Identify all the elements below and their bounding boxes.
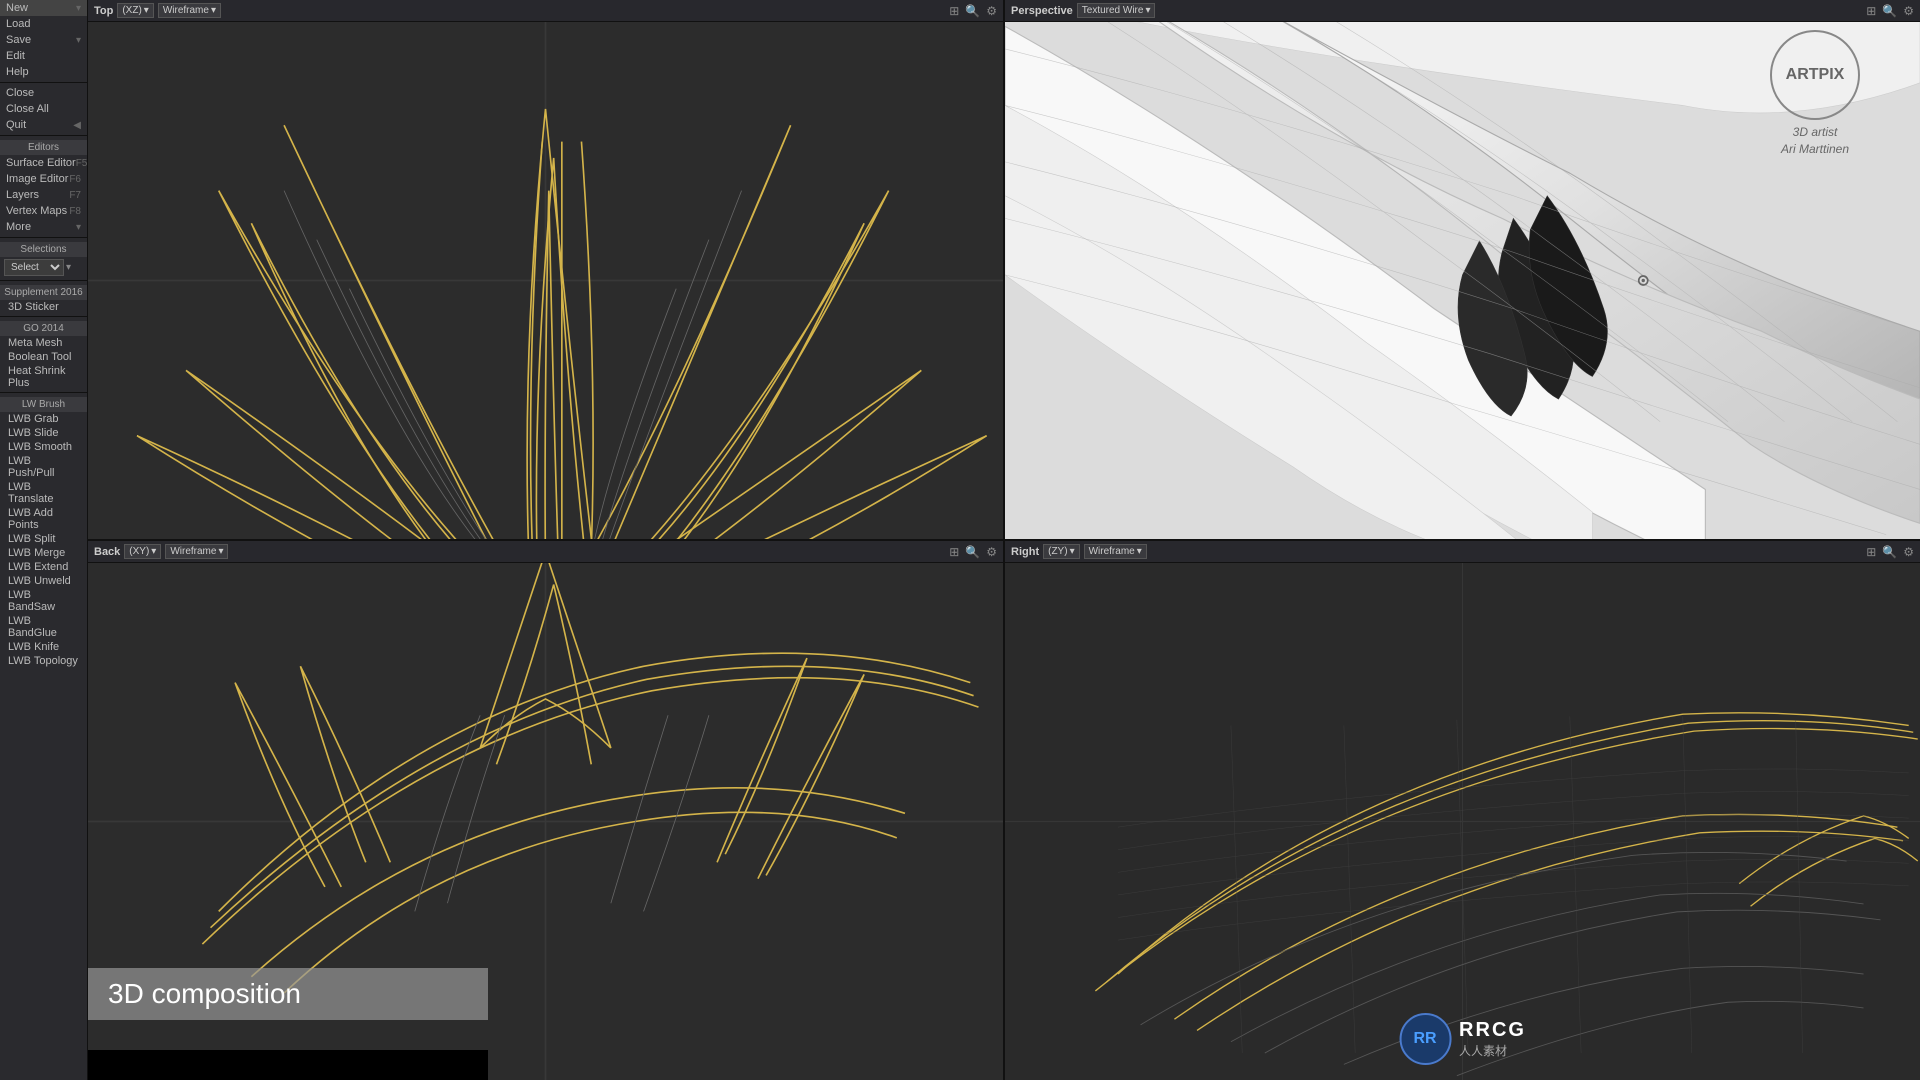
lwb-smooth[interactable]: LWB Smooth [0,440,87,454]
separator-2 [0,135,87,136]
search-icon-bl[interactable]: 🔍 [965,545,980,559]
3d-sticker[interactable]: 3D Sticker [0,300,87,314]
supplement-header: Supplement 2016 [0,285,87,300]
menu-quit[interactable]: Quit ◀ [0,117,87,133]
viewport-bottom-left: Back (XY) ▾ Wireframe ▾ ⊞ 🔍 ⚙ [88,541,1003,1080]
editors-header: Editors [0,140,87,155]
separator-1 [0,82,87,83]
viewport-top-left-header: Top (XZ) ▾ Wireframe ▾ ⊞ 🔍 ⚙ [88,0,1003,22]
layers-editor[interactable]: Layers F7 [0,187,87,203]
settings-icon[interactable]: ⚙ [986,4,997,18]
select-dropdown[interactable]: Select [4,259,64,276]
search-icon-br[interactable]: 🔍 [1882,545,1897,559]
lwb-split[interactable]: LWB Split [0,532,87,546]
vp-top-right-icons: ⊞ 🔍 ⚙ [1866,4,1914,18]
maximize-icon-bl[interactable]: ⊞ [949,545,959,559]
vp-top-right-label: Perspective [1011,5,1073,17]
artpix-watermark: ARTPIX 3D artist Ari Marttinen [1770,30,1860,158]
separator-5 [0,316,87,317]
vp-bottom-left-label: Back [94,546,120,558]
viewport-bottom-right: Right (ZY) ▾ Wireframe ▾ ⊞ 🔍 ⚙ [1005,541,1920,1080]
lwb-slide[interactable]: LWB Slide [0,426,87,440]
lwb-add-points[interactable]: LWB Add Points [0,506,87,532]
menu-close-all[interactable]: Close All [0,101,87,117]
menu-new[interactable]: New ▾ [0,0,87,16]
lwb-grab[interactable]: LWB Grab [0,412,87,426]
maximize-icon-br[interactable]: ⊞ [1866,545,1876,559]
vp-bottom-right-axis-btn[interactable]: (ZY) ▾ [1043,544,1079,559]
go2014-header: GO 2014 [0,321,87,336]
lwb-merge[interactable]: LWB Merge [0,546,87,560]
rrcg-text: RRCG 人人素材 [1459,1019,1526,1059]
sidebar: New ▾ Load Save ▾ Edit Help Close Close … [0,0,88,1080]
viewport-top-right: Perspective Textured Wire ▾ ⊞ 🔍 ⚙ [1005,0,1920,539]
maximize-icon[interactable]: ⊞ [949,4,959,18]
vp-bottom-left-axis-btn[interactable]: (XY) ▾ [124,544,161,559]
viewport-bottom-right-header: Right (ZY) ▾ Wireframe ▾ ⊞ 🔍 ⚙ [1005,541,1920,563]
lwb-knife[interactable]: LWB Knife [0,640,87,654]
separator-4 [0,280,87,281]
meta-mesh[interactable]: Meta Mesh [0,336,87,350]
rrcg-title: RRCG [1459,1019,1526,1042]
settings-icon-bl[interactable]: ⚙ [986,545,997,559]
maximize-icon-tr[interactable]: ⊞ [1866,4,1876,18]
lwb-bandglue[interactable]: LWB BandGlue [0,614,87,640]
main-viewport-area: Top (XZ) ▾ Wireframe ▾ ⊞ 🔍 ⚙ [88,0,1920,1080]
lwb-unweld[interactable]: LWB Unweld [0,574,87,588]
lwb-bandsaw[interactable]: LWB BandSaw [0,588,87,614]
vp-bottom-left-mode-btn[interactable]: Wireframe ▾ [165,544,228,559]
lwbrush-header: LW Brush [0,397,87,412]
separator-6 [0,392,87,393]
heat-shrink-plus[interactable]: Heat Shrink Plus [0,364,87,390]
artpix-circle: ARTPIX [1770,30,1860,120]
boolean-tool[interactable]: Boolean Tool [0,350,87,364]
rrcg-subtitle: 人人素材 [1459,1042,1526,1059]
vp-top-left-mode-btn[interactable]: Wireframe ▾ [158,3,221,18]
menu-help[interactable]: Help [0,64,87,80]
vp-top-left-canvas [88,22,1003,539]
separator-3 [0,237,87,238]
black-bar [88,1050,488,1080]
viewport-top-right-header: Perspective Textured Wire ▾ ⊞ 🔍 ⚙ [1005,0,1920,22]
lwb-extend[interactable]: LWB Extend [0,560,87,574]
viewport-top-left: Top (XZ) ▾ Wireframe ▾ ⊞ 🔍 ⚙ [88,0,1003,539]
settings-icon-br[interactable]: ⚙ [1903,545,1914,559]
vp-top-left-axis-btn[interactable]: (XZ) ▾ [117,3,153,18]
vp-bottom-right-icons: ⊞ 🔍 ⚙ [1866,545,1914,559]
rrcg-logo: RR [1399,1013,1451,1065]
lwb-translate[interactable]: LWB Translate [0,480,87,506]
viewport-bottom-left-header: Back (XY) ▾ Wireframe ▾ ⊞ 🔍 ⚙ [88,541,1003,563]
composition-text: 3D composition [108,978,301,1009]
image-editor[interactable]: Image Editor F6 [0,171,87,187]
vp-top-left-label: Top [94,5,113,17]
vertex-maps[interactable]: Vertex Maps F8 [0,203,87,219]
search-icon[interactable]: 🔍 [965,4,980,18]
settings-icon-tr[interactable]: ⚙ [1903,4,1914,18]
vp-bottom-right-mode-btn[interactable]: Wireframe ▾ [1084,544,1147,559]
rrcg-watermark: RR RRCG 人人素材 [1399,1013,1526,1065]
search-icon-tr[interactable]: 🔍 [1882,4,1897,18]
lwb-push-pull[interactable]: LWB Push/Pull [0,454,87,480]
artpix-artist: 3D artist Ari Marttinen [1770,124,1860,158]
selections-header: Selections [0,242,87,257]
vp-bottom-right-canvas [1005,563,1920,1080]
surface-editor[interactable]: Surface Editor F5 [0,155,87,171]
menu-load[interactable]: Load [0,16,87,32]
more-editors[interactable]: More ▾ [0,219,87,235]
menu-close[interactable]: Close [0,85,87,101]
vp-bottom-right-label: Right [1011,546,1039,558]
menu-edit[interactable]: Edit [0,48,87,64]
select-row: Select ▾ [0,257,87,278]
lwb-topology[interactable]: LWB Topology [0,654,87,668]
vp-top-right-mode-btn[interactable]: Textured Wire ▾ [1077,3,1156,18]
composition-overlay: 3D composition [88,968,488,1020]
vp-top-left-icons: ⊞ 🔍 ⚙ [949,4,997,18]
menu-save[interactable]: Save ▾ [0,32,87,48]
vp-bottom-left-icons: ⊞ 🔍 ⚙ [949,545,997,559]
